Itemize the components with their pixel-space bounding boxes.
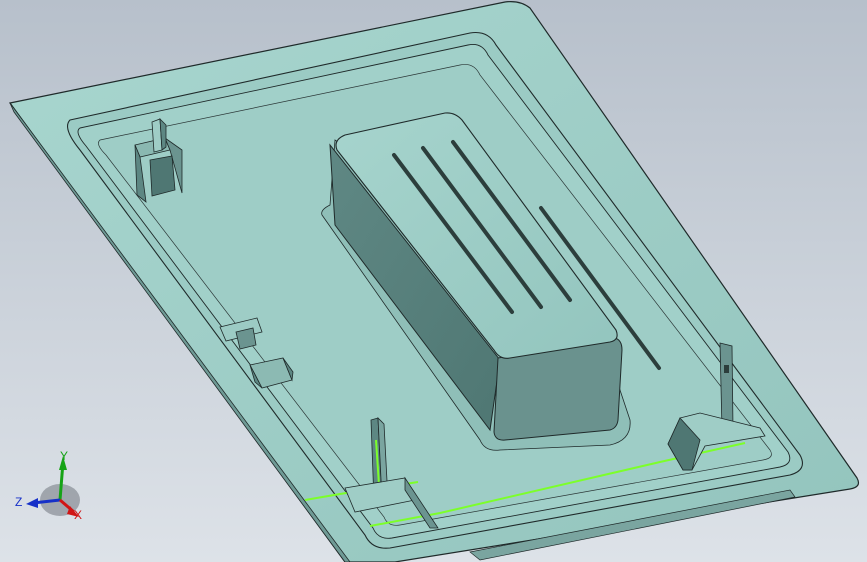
triad-z-label: Z — [15, 495, 22, 509]
triad-x-label: X — [74, 508, 82, 522]
triad-y-label: Y — [60, 449, 68, 463]
cad-3d-viewport[interactable]: Y Z X — [0, 0, 867, 562]
model-canvas[interactable]: Y Z X — [0, 0, 867, 562]
